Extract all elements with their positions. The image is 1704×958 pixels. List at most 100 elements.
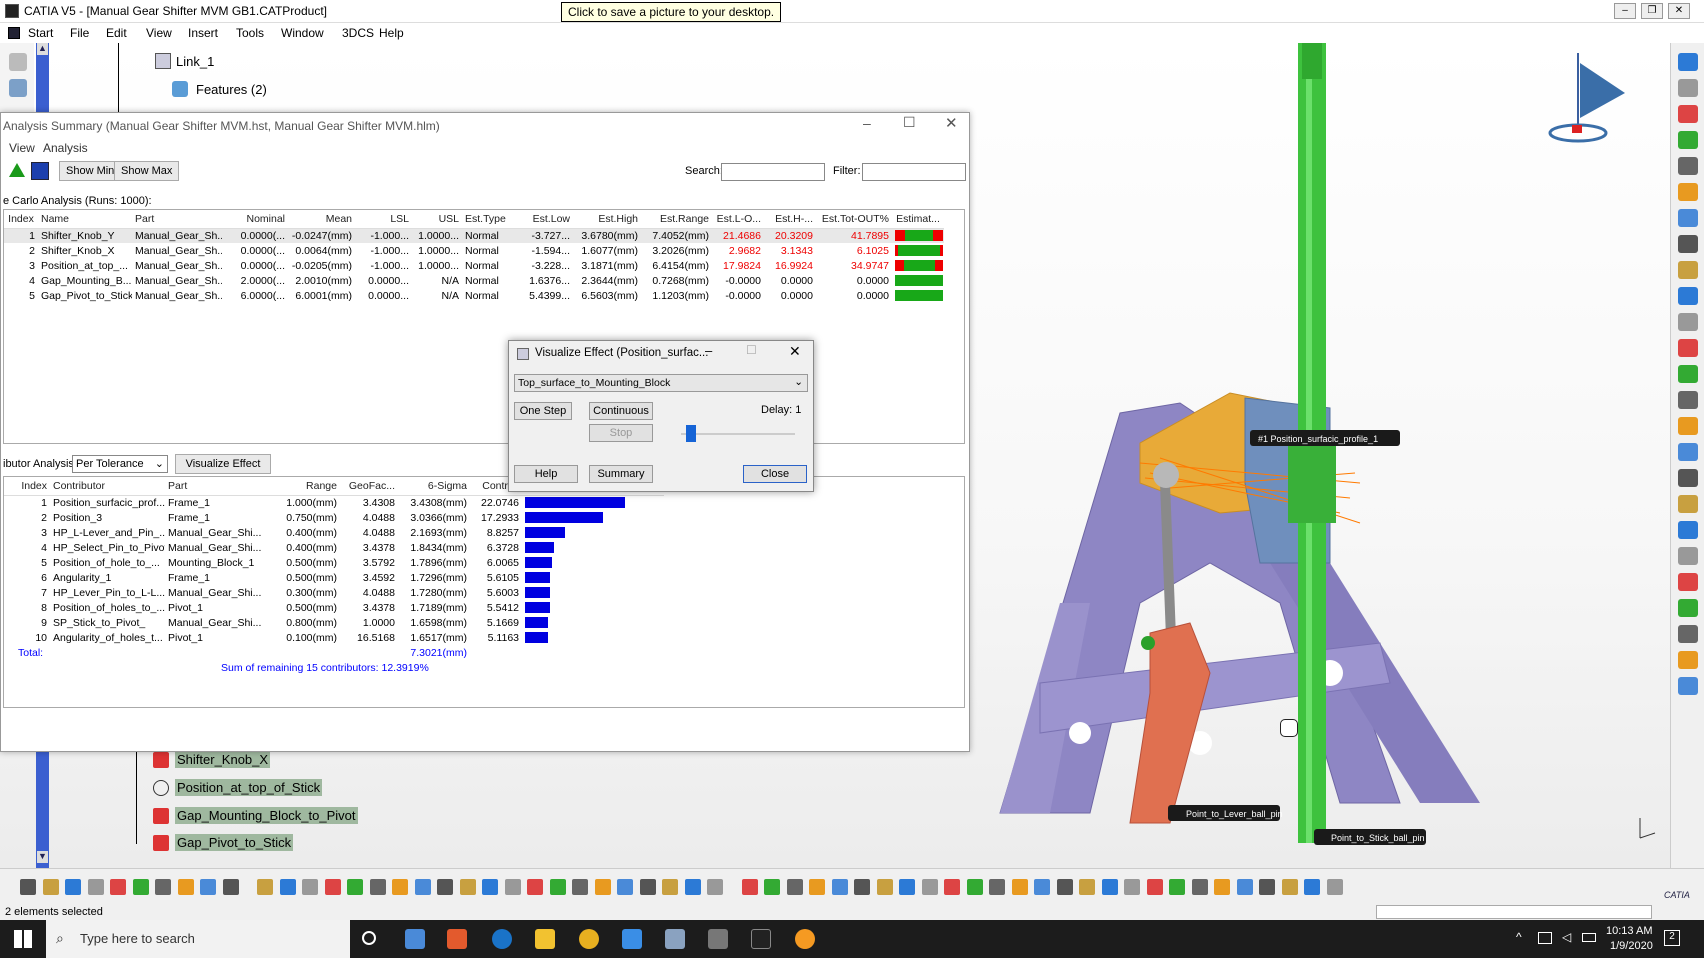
tree-item-gap-pivot-stick[interactable]: Gap_Pivot_to_Stick xyxy=(175,834,294,851)
contributor-row[interactable]: 1 Position_surfacic_prof... Frame_1 1.000(m… xyxy=(4,495,664,510)
tree-item-gap-mounting-block[interactable]: Gap_Mounting_Block_to_Pivot xyxy=(175,807,358,824)
toolbar-tool-icon[interactable] xyxy=(110,879,126,895)
table-row[interactable]: 3 Position_at_top_... Manual_Gear_Sh... 0.0… xyxy=(4,258,944,273)
contributor-row[interactable]: 10 Angularity_of_holes_t... Pivot_1 0.100(m… xyxy=(4,630,664,645)
ccol-geofactor[interactable]: GeoFac... xyxy=(340,477,398,496)
toolbar-tool-icon[interactable] xyxy=(347,879,363,895)
right-toolbar-icon[interactable] xyxy=(1678,339,1698,357)
ccol-part[interactable]: Part xyxy=(165,477,280,496)
delay-slider-track[interactable] xyxy=(681,433,795,435)
show-max-button[interactable]: Show Max xyxy=(114,161,180,181)
toolbar-tool-icon[interactable] xyxy=(1236,879,1253,895)
toolbar-tool-icon[interactable] xyxy=(65,879,81,895)
tree-item-position-top-stick[interactable]: Position_at_top_of_Stick xyxy=(175,779,323,796)
tree-item-link[interactable]: Link_1 xyxy=(176,54,214,69)
ccol-range[interactable]: Range xyxy=(280,477,340,496)
toolbar-tool-icon[interactable] xyxy=(1259,879,1275,895)
maximize-icon[interactable]: ☐ xyxy=(746,343,757,357)
menu-view[interactable]: View xyxy=(146,26,172,40)
toolbar-tool-icon[interactable] xyxy=(279,879,296,895)
toolbar-tool-icon[interactable] xyxy=(369,879,386,895)
toolbar-tool-icon[interactable] xyxy=(527,879,543,895)
col-est-tot-out[interactable]: Est.Tot-OUT% xyxy=(816,210,892,229)
close-icon[interactable]: ✕ xyxy=(945,114,958,132)
catia-taskbar-icon[interactable] xyxy=(751,929,771,949)
cube-icon[interactable] xyxy=(9,53,27,71)
toolbar-tool-icon[interactable] xyxy=(989,879,1005,895)
right-toolbar-icon[interactable] xyxy=(1678,131,1698,149)
show-min-button[interactable]: Show Min xyxy=(59,161,122,181)
toolbar-tool-icon[interactable] xyxy=(392,879,408,895)
remote-desktop-icon[interactable] xyxy=(622,929,642,949)
contributor-row[interactable]: 9 SP_Stick_to_Pivot_ Manual_Gear_Shi... 0.8… xyxy=(4,615,664,630)
toolbar-tool-icon[interactable] xyxy=(854,879,870,895)
toolbar-tool-icon[interactable] xyxy=(809,879,825,895)
toolbar-tool-icon[interactable] xyxy=(132,879,149,895)
minimize-icon[interactable]: – xyxy=(863,115,871,131)
close-icon[interactable]: ✕ xyxy=(789,343,801,360)
app-icon[interactable] xyxy=(795,929,815,949)
contributor-row[interactable]: 4 HP_Select_Pin_to_Pivot Manual_Gear_Shi..… xyxy=(4,540,664,555)
toolbar-tool-icon[interactable] xyxy=(707,879,723,895)
toolbar-tool-icon[interactable] xyxy=(876,879,893,895)
menu-file[interactable]: File xyxy=(70,26,89,40)
right-toolbar-icon[interactable] xyxy=(1678,365,1698,383)
analysis-menu-view[interactable]: View xyxy=(9,141,35,155)
right-toolbar-icon[interactable] xyxy=(1678,391,1698,409)
compass-icon[interactable] xyxy=(1548,53,1625,143)
toolbar-tool-icon[interactable] xyxy=(1326,879,1343,895)
search-input[interactable] xyxy=(721,163,825,181)
list-view-icon[interactable] xyxy=(31,162,49,180)
toolbar-tool-icon[interactable] xyxy=(1214,879,1230,895)
table-row[interactable]: 2 Shifter_Knob_X Manual_Gear_Sh... 0.0000(.… xyxy=(4,243,944,258)
toolbar-tool-icon[interactable] xyxy=(764,879,780,895)
toolbar-tool-icon[interactable] xyxy=(831,879,848,895)
right-toolbar-icon[interactable] xyxy=(1678,651,1698,669)
toolbar-tool-icon[interactable] xyxy=(1011,879,1028,895)
edge-browser-icon[interactable] xyxy=(492,929,512,949)
toolbar-tool-icon[interactable] xyxy=(572,879,588,895)
toolbar-tool-icon[interactable] xyxy=(1101,879,1118,895)
toolbar-tool-icon[interactable] xyxy=(1304,879,1320,895)
toolbar-tool-icon[interactable] xyxy=(662,879,678,895)
stop-button[interactable]: Stop xyxy=(589,424,653,442)
chrome-browser-icon[interactable] xyxy=(579,929,599,949)
continuous-button[interactable]: Continuous xyxy=(589,402,653,420)
right-toolbar-icon[interactable] xyxy=(1678,521,1698,539)
contributor-row[interactable]: 5 Position_of_hole_to_... Mounting_Block_1… xyxy=(4,555,664,570)
right-toolbar-icon[interactable] xyxy=(1678,573,1698,591)
right-toolbar-icon[interactable] xyxy=(1678,677,1698,695)
contributor-select[interactable]: Per Tolerance ⌄ xyxy=(72,455,168,473)
axis-triad-icon[interactable] xyxy=(1639,818,1656,839)
table-row[interactable]: 1 Shifter_Knob_Y Manual_Gear_Sh... 0.0000(.… xyxy=(4,228,944,243)
right-toolbar-icon[interactable] xyxy=(1678,469,1698,487)
menu-help[interactable]: Help xyxy=(379,26,404,40)
close-window-button[interactable]: ✕ xyxy=(1668,3,1690,19)
right-toolbar-icon[interactable] xyxy=(1678,313,1698,331)
right-toolbar-icon[interactable] xyxy=(1678,417,1698,435)
right-toolbar-icon[interactable] xyxy=(1678,157,1698,175)
toolbar-tool-icon[interactable] xyxy=(222,879,239,895)
tray-chevron-icon[interactable]: ^ xyxy=(1516,930,1522,944)
store-icon[interactable] xyxy=(405,929,425,949)
col-index[interactable]: Index xyxy=(4,210,38,229)
toolbar-tool-icon[interactable] xyxy=(87,879,104,895)
menu-tools[interactable]: Tools xyxy=(236,26,264,40)
contributor-row[interactable]: 2 Position_3 Frame_1 0.750(mm) 4.0488 3.0366(… xyxy=(4,510,664,525)
toolbar-tool-icon[interactable] xyxy=(257,879,273,895)
delay-slider-thumb[interactable] xyxy=(686,425,697,442)
toolbar-tool-icon[interactable] xyxy=(482,879,498,895)
toolbar-tool-icon[interactable] xyxy=(549,879,566,895)
right-toolbar-icon[interactable] xyxy=(1678,261,1698,279)
network-icon[interactable] xyxy=(9,79,27,97)
menu-3dcs[interactable]: 3DCS xyxy=(342,26,374,40)
col-est-type[interactable]: Est.Type xyxy=(462,210,517,229)
minimize-button[interactable]: – xyxy=(1614,3,1636,19)
toolbar-tool-icon[interactable] xyxy=(786,879,803,895)
one-step-button[interactable]: One Step xyxy=(514,402,572,420)
right-toolbar-icon[interactable] xyxy=(1678,599,1698,617)
toolbar-tool-icon[interactable] xyxy=(1191,879,1208,895)
scroll-up-arrow[interactable]: ▲ xyxy=(37,43,48,55)
clock-date[interactable]: 1/9/2020 xyxy=(1610,940,1653,952)
maximize-icon[interactable]: ☐ xyxy=(903,114,916,131)
